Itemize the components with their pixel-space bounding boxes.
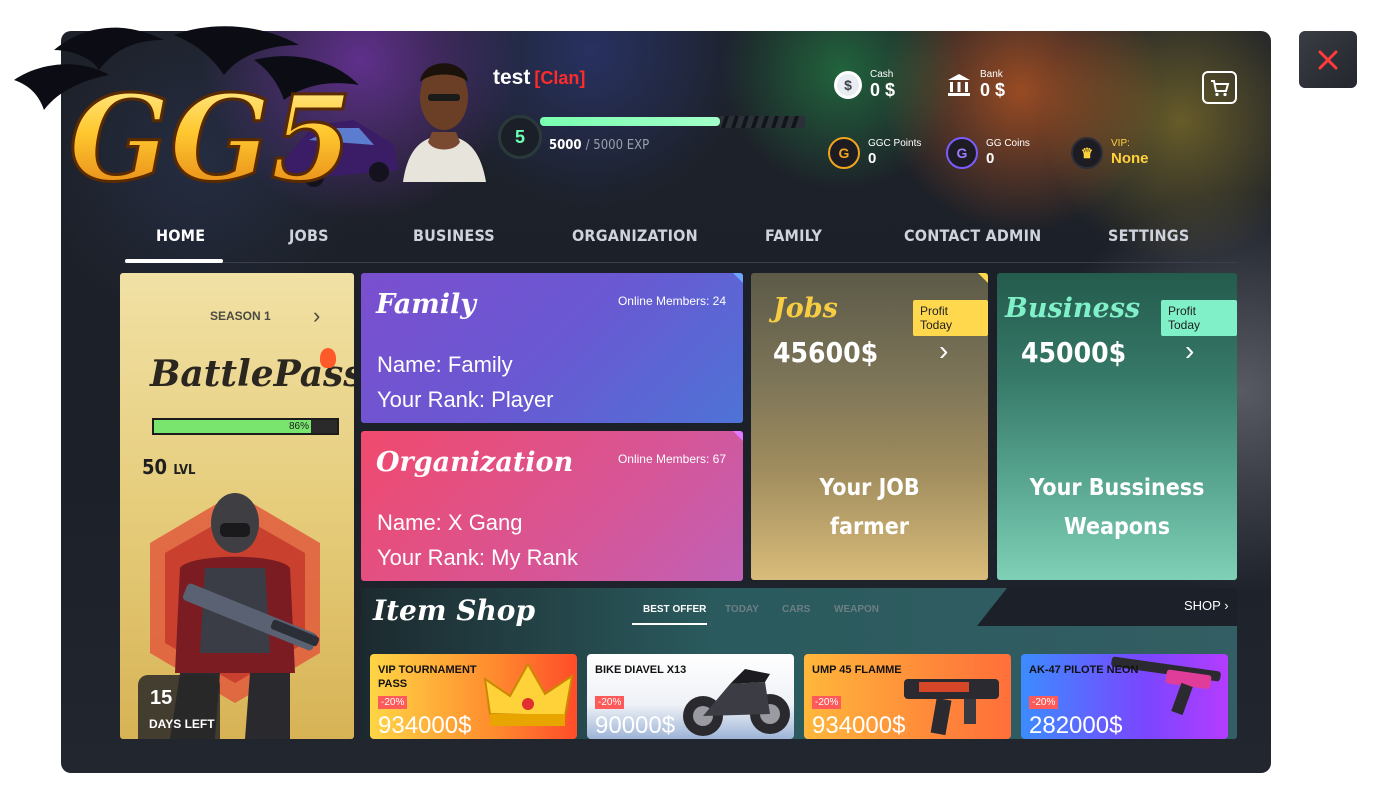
family-rank: Your Rank: Player (377, 387, 554, 412)
shop-item-price: 934000$ (378, 712, 472, 739)
corner-marker (978, 273, 988, 283)
nav-active-indicator (125, 259, 223, 263)
exp-text: 5000 / 5000 EXP (549, 138, 650, 153)
dollar-coin-icon: $ (834, 70, 862, 99)
g-coin-icon: G (828, 137, 860, 169)
crown-icon: ♛ (1071, 137, 1103, 169)
jobs-line-1: Your JOB (819, 475, 920, 501)
vip-display: ♛ VIP: None (1071, 137, 1149, 169)
cash-display: $ Cash 0 $ (834, 69, 895, 100)
organization-rank: Your Rank: My Rank (377, 545, 578, 570)
flame-icon (320, 348, 336, 368)
business-profit-badge: Profit Today (1161, 300, 1237, 336)
tab-jobs[interactable]: JOBS (289, 226, 329, 245)
corner-marker (733, 431, 743, 441)
shop-item-vip-pass[interactable]: VIP TOURNAMENT PASS -20% 934000$ (370, 654, 577, 739)
shop-link[interactable]: SHOP › (1184, 598, 1229, 613)
tab-contact-admin[interactable]: CONTACT ADMIN (904, 226, 1041, 245)
shop-item-bike[interactable]: BIKE DIAVEL X13 -20% 90000$ (587, 654, 794, 739)
chevron-right-icon[interactable]: › (939, 335, 948, 367)
close-icon (1318, 50, 1338, 69)
organization-card[interactable]: Organization Online Members: 67 Name: X … (361, 431, 743, 581)
shop-tab-today[interactable]: TODAY (725, 604, 759, 615)
business-card[interactable]: Business Profit Today 45000$ › Your Buss… (997, 273, 1237, 580)
exp-progress-fill (540, 117, 720, 126)
crown-icon (483, 661, 574, 726)
chevron-right-icon[interactable]: › (313, 303, 320, 329)
tab-settings[interactable]: SETTINGS (1108, 226, 1189, 245)
game-logo: GG5 (14, 26, 399, 195)
clan-tag: [Clan] (534, 68, 586, 88)
shop-tab-best-offer[interactable]: BEST OFFER (643, 604, 706, 615)
nav-divider (124, 262, 1238, 263)
discount-badge: -20% (595, 696, 625, 709)
exp-bar-stripes (720, 116, 805, 128)
corner-marker (733, 273, 743, 283)
chevron-right-icon: › (1224, 598, 1229, 613)
days-left-badge: 15 DAYS LEFT (138, 675, 220, 739)
organization-title: Organization (376, 447, 574, 478)
jobs-card[interactable]: Jobs Profit Today 45600$ › Your JOB farm… (751, 273, 988, 580)
tab-business[interactable]: BUSINESS (413, 226, 495, 245)
shop-item-price: 90000$ (595, 712, 676, 739)
jobs-title: Jobs (773, 293, 838, 324)
business-line-1: Your Bussiness (1029, 475, 1205, 501)
shop-item-price: 282000$ (1029, 712, 1123, 739)
tab-home[interactable]: HOME (156, 226, 205, 245)
shop-tab-cars[interactable]: CARS (782, 604, 810, 615)
shop-item-ump[interactable]: UMP 45 FLAMME -20% 934000$ (804, 654, 1011, 739)
shop-tab-indicator (632, 623, 707, 625)
business-line-2: Weapons (1063, 514, 1171, 540)
cart-icon (1210, 79, 1229, 96)
tab-family[interactable]: FAMILY (765, 226, 822, 245)
discount-badge: -20% (378, 696, 408, 709)
jobs-line-2: farmer (830, 514, 909, 540)
shop-item-name: UMP 45 FLAMME (812, 664, 902, 676)
shop-item-ak47[interactable]: AK-47 PILOTE NEON -20% 282000$ (1021, 654, 1228, 739)
organization-name: Name: X Gang (377, 510, 523, 535)
business-profit-amount: 45000$ (1021, 336, 1127, 369)
battlepass-progress-fill (154, 420, 312, 433)
tab-organization[interactable]: ORGANIZATION (572, 226, 698, 245)
family-online-members: Online Members: 24 (617, 294, 726, 308)
shop-title: Item Shop (373, 594, 536, 627)
close-button[interactable] (1299, 31, 1357, 88)
ggc-points-display: G GGC Points 0 (828, 137, 921, 169)
battlepass-card[interactable]: SEASON 1 › BattlePass 86% 50 LVL 15 DAYS… (120, 273, 354, 739)
gg-coins-display: G GG Coins 0 (946, 137, 1030, 169)
family-card[interactable]: Family Online Members: 24 Name: Family Y… (361, 273, 743, 423)
bank-icon (948, 73, 970, 96)
cart-button[interactable] (1202, 71, 1237, 104)
shop-item-name: VIP TOURNAMENT PASS (378, 664, 477, 690)
shop-item-name: AK-47 PILOTE NEON (1029, 664, 1139, 676)
shop-item-price: 934000$ (812, 712, 906, 739)
player-avatar (403, 63, 486, 182)
season-label: SEASON 1 (210, 309, 271, 323)
logo-text: GG5 (69, 69, 353, 195)
shop-tab-weapon[interactable]: WEAPON (834, 604, 879, 615)
jobs-profit-amount: 45600$ (773, 336, 879, 369)
discount-badge: -20% (812, 696, 842, 709)
business-title: Business (1005, 293, 1141, 324)
jobs-profit-badge: Profit Today (913, 300, 988, 336)
battlepass-progress: 86% (152, 418, 339, 435)
shop-item-name: BIKE DIAVEL X13 (595, 664, 687, 676)
battlepass-progress-label: 86% (288, 421, 309, 432)
discount-badge: -20% (1029, 696, 1059, 709)
level-badge: 5 (498, 115, 542, 159)
family-title: Family (376, 289, 476, 320)
chevron-right-icon[interactable]: › (1185, 335, 1194, 367)
gg-coin-icon: G (946, 137, 978, 169)
bank-display: Bank 0 $ (946, 69, 1005, 100)
username: test [Clan] (493, 66, 586, 89)
family-name: Name: Family (377, 352, 513, 377)
organization-online-members: Online Members: 67 (617, 452, 726, 466)
